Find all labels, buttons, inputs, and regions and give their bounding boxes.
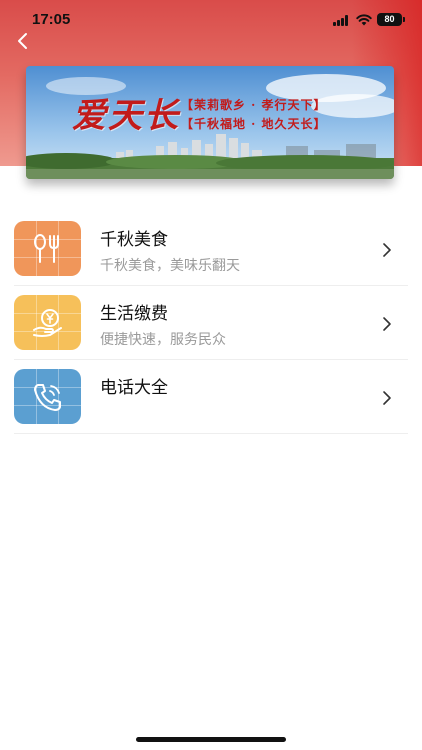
chevron-right-icon (383, 317, 391, 331)
battery-icon: 80 (377, 13, 405, 26)
banner-title: 爱天长 (72, 96, 180, 136)
list-item-food[interactable]: 千秋美食 千秋美食，美味乐翻天 (14, 212, 408, 286)
phonebook-tile (14, 369, 81, 424)
home-indicator[interactable] (136, 737, 286, 742)
item-subtitle: 千秋美食，美味乐翻天 (100, 258, 240, 274)
list-item-bills[interactable]: 生活缴费 便捷快速，服务民众 (14, 286, 408, 360)
food-tile (14, 221, 81, 276)
service-list: 千秋美食 千秋美食，美味乐翻天 生活缴费 便捷快速，服务民众 电话大全 (14, 212, 408, 434)
banner-slogan-1: 【茉莉歌乡 · 孝行天下】 (181, 98, 327, 112)
bills-tile (14, 295, 81, 350)
yuan-hand-icon (33, 309, 62, 337)
item-title: 电话大全 (100, 378, 168, 398)
cellular-signal-icon (333, 15, 351, 26)
chevron-right-icon (383, 391, 391, 405)
item-title: 千秋美食 (100, 230, 168, 250)
fork-spoon-icon (34, 234, 59, 263)
list-item-phonebook[interactable]: 电话大全 (14, 360, 408, 434)
promo-banner[interactable]: 爱天长 【茉莉歌乡 · 孝行天下】 【千秋福地 · 地久天长】 (26, 66, 394, 179)
chevron-right-icon (383, 243, 391, 257)
divider (14, 433, 408, 434)
status-time: 17:05 (32, 11, 71, 28)
banner-slogan-2: 【千秋福地 · 地久天长】 (181, 117, 327, 131)
item-subtitle: 便捷快速，服务民众 (100, 332, 226, 348)
back-button[interactable] (12, 30, 34, 52)
phone-icon (34, 384, 61, 411)
status-bar: 17:05 80 (0, 0, 422, 40)
battery-level: 80 (384, 14, 395, 24)
wifi-icon (356, 14, 372, 26)
item-title: 生活缴费 (100, 304, 168, 324)
